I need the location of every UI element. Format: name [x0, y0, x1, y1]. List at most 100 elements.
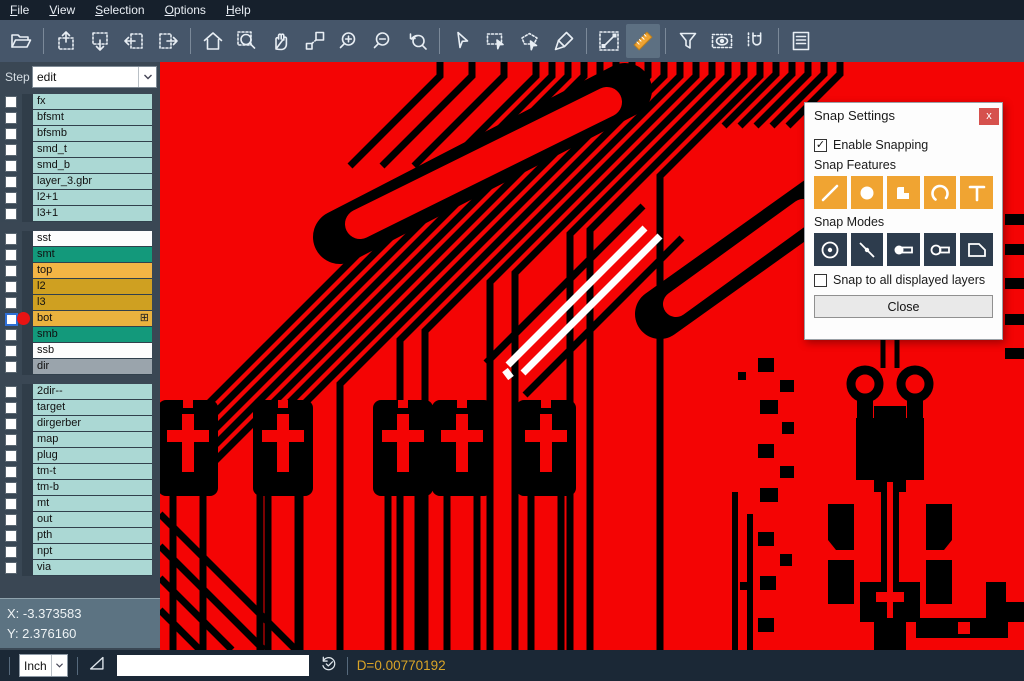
layer-visibility-checkbox[interactable] [0, 231, 22, 247]
refresh-check-icon[interactable] [319, 654, 338, 678]
layer-name[interactable]: sst [33, 231, 152, 247]
measure-distance-icon[interactable] [592, 24, 626, 58]
layer-row[interactable]: sst [0, 231, 160, 247]
layer-visibility-checkbox[interactable] [0, 528, 22, 544]
snap-line-icon[interactable] [814, 176, 847, 209]
layer-name[interactable]: via [33, 560, 152, 576]
layer-name[interactable]: smd_b [33, 158, 152, 174]
layer-visibility-checkbox[interactable] [0, 464, 22, 480]
layer-row[interactable]: ssb [0, 343, 160, 359]
select-polygon-icon[interactable] [513, 24, 547, 58]
layer-row[interactable]: fx [0, 94, 160, 110]
layer-visibility-checkbox[interactable] [0, 560, 22, 576]
enable-snapping-row[interactable]: ✓ Enable Snapping [814, 138, 993, 152]
layer-name[interactable]: top [33, 263, 152, 279]
layer-name[interactable]: tm-b [33, 480, 152, 496]
layer-name[interactable]: l2 [33, 279, 152, 295]
layer-row[interactable]: smd_t [0, 142, 160, 158]
layer-name[interactable]: smt [33, 247, 152, 263]
layer-visibility-checkbox[interactable] [0, 512, 22, 528]
angle-corner-icon[interactable] [87, 653, 107, 678]
layer-row[interactable]: l2+1 [0, 190, 160, 206]
layer-name[interactable]: 2dir-- [33, 384, 152, 400]
layer-row[interactable]: plug [0, 448, 160, 464]
layer-name[interactable]: dir [33, 359, 152, 375]
layer-name[interactable]: bfsmb [33, 126, 152, 142]
snap-line-point-icon[interactable] [851, 233, 884, 266]
command-input[interactable] [117, 655, 309, 676]
layer-visibility-checkbox[interactable] [0, 359, 22, 375]
layer-row[interactable]: tm-b [0, 480, 160, 496]
layer-visibility-checkbox[interactable] [0, 142, 22, 158]
layer-visibility-checkbox[interactable] [0, 158, 22, 174]
measure-ruler-icon[interactable] [626, 24, 660, 58]
layer-visibility-checkbox[interactable] [0, 94, 22, 110]
layer-visibility-checkbox[interactable] [0, 496, 22, 512]
layer-row[interactable]: dirgerber [0, 416, 160, 432]
layer-row[interactable]: tm-t [0, 464, 160, 480]
layer-name[interactable]: out [33, 512, 152, 528]
layer-name[interactable]: plug [33, 448, 152, 464]
layer-name[interactable]: dirgerber [33, 416, 152, 432]
close-icon[interactable]: x [979, 108, 999, 125]
pan-down-icon[interactable] [83, 24, 117, 58]
snap-slot-filled-icon[interactable] [887, 233, 920, 266]
layer-row[interactable]: 2dir-- [0, 384, 160, 400]
layer-row[interactable]: mt [0, 496, 160, 512]
menu-options[interactable]: Options [155, 0, 216, 20]
zoom-in-icon[interactable] [332, 24, 366, 58]
pan-right-icon[interactable] [151, 24, 185, 58]
layer-row[interactable]: npt [0, 544, 160, 560]
layer-visibility-checkbox[interactable] [0, 263, 22, 279]
layer-visibility-checkbox[interactable] [0, 448, 22, 464]
chevron-down-icon[interactable] [51, 655, 67, 676]
zoom-window-icon[interactable] [230, 24, 264, 58]
layer-visibility-checkbox[interactable] [0, 126, 22, 142]
snap-corner-icon[interactable] [960, 233, 993, 266]
layer-name[interactable]: npt [33, 544, 152, 560]
unit-select[interactable]: Inch [19, 654, 68, 677]
layer-visibility-checkbox[interactable] [0, 384, 22, 400]
menu-view[interactable]: View [39, 0, 85, 20]
snap-surface-icon[interactable] [887, 176, 920, 209]
pan-hand-icon[interactable] [264, 24, 298, 58]
snap-pad-icon[interactable] [851, 176, 884, 209]
layer-visibility-checkbox[interactable] [0, 400, 22, 416]
zoom-object-icon[interactable] [298, 24, 332, 58]
step-select[interactable]: edit [32, 66, 157, 88]
menu-selection[interactable]: Selection [85, 0, 154, 20]
layer-name[interactable]: smd_t [33, 142, 152, 158]
enable-snapping-checkbox[interactable]: ✓ [814, 139, 827, 152]
layer-row[interactable]: dir [0, 359, 160, 375]
layer-visibility-checkbox[interactable] [0, 544, 22, 560]
layer-row[interactable]: l3+1 [0, 206, 160, 222]
snap-text-icon[interactable] [960, 176, 993, 209]
layer-visibility-checkbox[interactable] [0, 174, 22, 190]
report-panel-icon[interactable] [784, 24, 818, 58]
layer-name[interactable]: target [33, 400, 152, 416]
snap-magnet-icon[interactable] [739, 24, 773, 58]
dialog-titlebar[interactable]: Snap Settings x [805, 103, 1002, 127]
snap-all-layers-row[interactable]: Snap to all displayed layers [814, 273, 993, 287]
layer-row[interactable]: top [0, 263, 160, 279]
layer-name[interactable]: tm-t [33, 464, 152, 480]
zoom-previous-icon[interactable] [400, 24, 434, 58]
open-file-icon[interactable] [4, 24, 38, 58]
layer-row[interactable]: bot⊞ [0, 311, 160, 327]
select-rectangle-icon[interactable] [479, 24, 513, 58]
layer-row[interactable]: layer_3.gbr [0, 174, 160, 190]
layer-name[interactable]: layer_3.gbr [33, 174, 152, 190]
close-button[interactable]: Close [814, 295, 993, 318]
layer-visibility-checkbox[interactable] [0, 343, 22, 359]
layer-name[interactable]: bfsmt [33, 110, 152, 126]
menu-file[interactable]: File [0, 0, 39, 20]
layer-name[interactable]: ssb [33, 343, 152, 359]
snap-all-layers-checkbox[interactable] [814, 274, 827, 287]
layer-name[interactable]: map [33, 432, 152, 448]
layer-visibility-checkbox[interactable] [0, 480, 22, 496]
layer-visibility-checkbox[interactable] [0, 279, 22, 295]
menu-help[interactable]: Help [216, 0, 261, 20]
layer-row[interactable]: l2 [0, 279, 160, 295]
layer-row[interactable]: bfsmb [0, 126, 160, 142]
layer-visibility-checkbox[interactable] [0, 295, 22, 311]
